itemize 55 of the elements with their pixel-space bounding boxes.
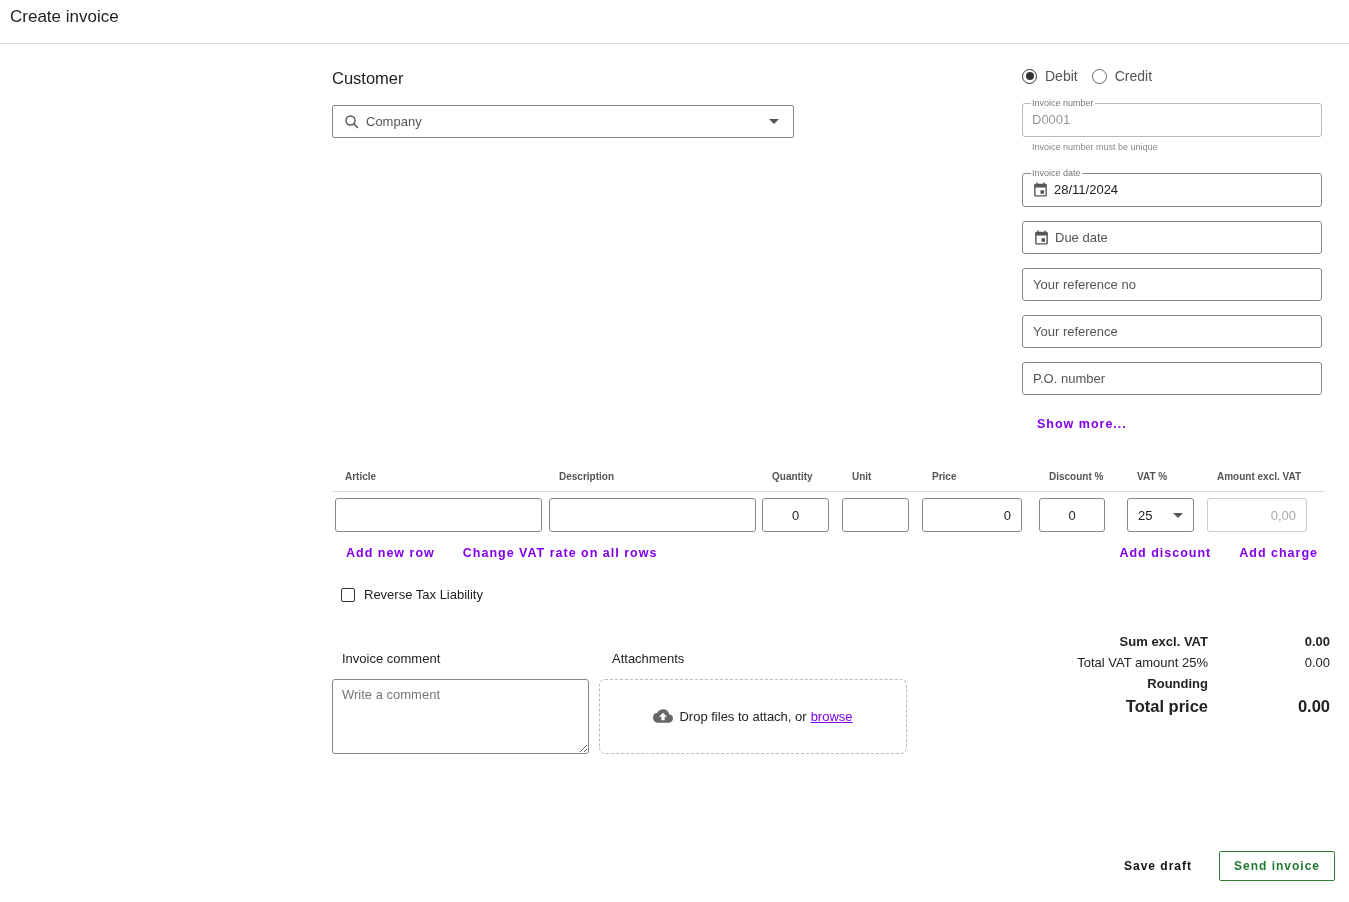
table-input[interactable]: 0	[1039, 498, 1105, 532]
column-header: Description	[558, 470, 615, 482]
action-link[interactable]: Add charge	[1239, 546, 1318, 560]
table-input[interactable]	[335, 498, 542, 532]
show-more-link[interactable]: Show more...	[1037, 417, 1127, 431]
page-title: Create invoice	[10, 7, 119, 26]
vat-select[interactable]: 25	[1127, 498, 1194, 532]
browse-link[interactable]: browse	[810, 708, 853, 724]
total-value: 0.00	[1296, 697, 1330, 716]
column-header: Unit	[851, 470, 873, 482]
total-value: 0.00	[1303, 633, 1330, 649]
column-header: Quantity	[771, 470, 814, 482]
total-value: 0.00	[1303, 654, 1330, 670]
action-link[interactable]: Add discount	[1119, 546, 1212, 560]
search-input[interactable]: Company	[366, 106, 764, 137]
table-input[interactable]: 0,00	[1207, 498, 1307, 532]
total-label: Total price	[1124, 697, 1208, 716]
table-input[interactable]: 0	[762, 498, 829, 532]
drop-instructions: Drop files to attach, or browse	[679, 708, 853, 724]
search-icon	[343, 112, 361, 131]
table-input[interactable]	[842, 498, 909, 532]
radio-label: Credit	[1114, 68, 1153, 84]
checkbox-label: Reverse Tax Liability	[364, 587, 483, 602]
table-input[interactable]: 0	[922, 498, 1022, 532]
date-field[interactable]: Due date	[1022, 221, 1322, 254]
customer-heading: Customer	[332, 68, 405, 88]
caret-icon	[1173, 512, 1183, 518]
action-link[interactable]: Change VAT rate on all rows	[462, 546, 658, 560]
column-header: Price	[931, 470, 958, 482]
column-header: VAT %	[1136, 470, 1169, 482]
save-draft-button[interactable]: Save draft	[1123, 858, 1192, 873]
date-input[interactable]: Due date	[1055, 222, 1311, 253]
helper-text: Invoice number must be unique	[1032, 142, 1159, 152]
date-field[interactable]: Invoice date 28/11/2024	[1022, 168, 1322, 207]
total-label: Rounding	[1146, 675, 1208, 691]
column-header: Discount %	[1048, 470, 1105, 482]
cloud-upload-icon	[653, 706, 674, 726]
comment-field[interactable]: Write a comment	[332, 678, 589, 754]
column-header: Article	[344, 470, 378, 482]
total-label: Sum excl. VAT	[1118, 633, 1208, 649]
drop-zone[interactable]: Drop files to attach, or browse	[599, 678, 907, 754]
calendar-icon	[1033, 229, 1050, 246]
total-label: Total VAT amount 25%	[1076, 654, 1208, 670]
checkbox[interactable]	[341, 587, 355, 602]
comment-label: Invoice comment	[341, 650, 442, 668]
field-value[interactable]: 28/11/2024	[1054, 181, 1312, 197]
caret-icon	[769, 119, 779, 124]
column-header: Amount excl. VAT	[1216, 470, 1303, 482]
action-link[interactable]: Add new row	[346, 546, 435, 560]
send-invoice-button[interactable]: Send invoice	[1219, 850, 1335, 881]
radio-label: Debit	[1045, 68, 1078, 84]
calendar-icon	[1032, 180, 1049, 198]
table-input[interactable]	[549, 498, 756, 532]
company-search-field[interactable]: Company	[332, 105, 794, 138]
attachments-label: Attachments	[611, 650, 686, 668]
